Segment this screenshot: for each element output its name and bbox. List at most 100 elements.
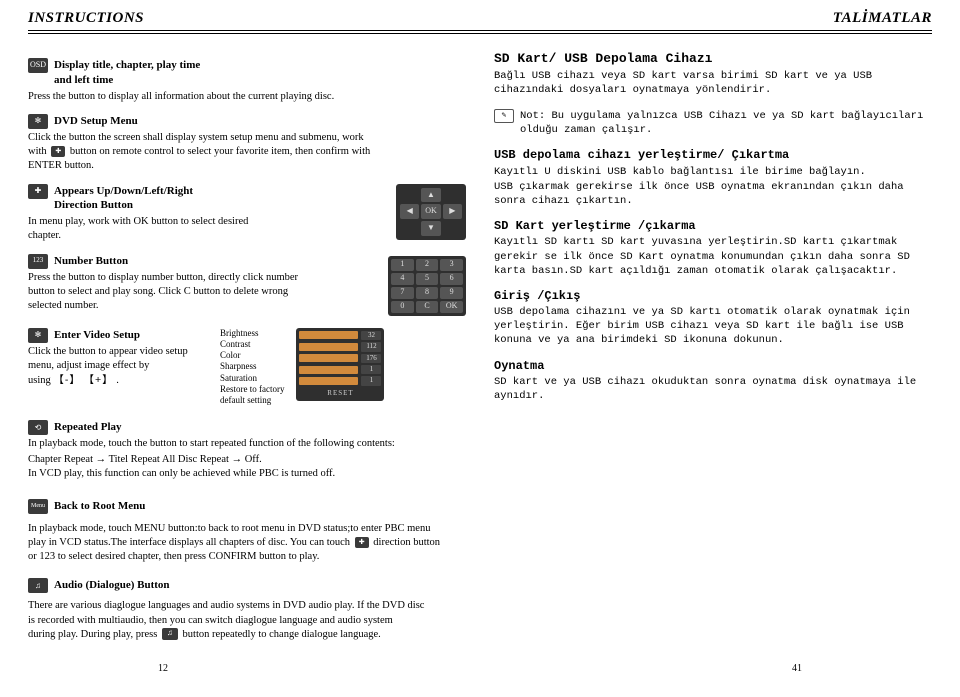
arrow-icon: → [96,453,107,465]
dir-body: In menu play, work with OK button to sel… [28,215,268,243]
direction-icon: ✚ [28,184,48,199]
audio-title: Audio (Dialogue) Button [54,578,170,593]
audio-l1: There are various diaglogue languages an… [28,600,424,611]
video-body-2b: . [116,375,119,386]
osd-title-1: Display title, chapter, play time [54,58,200,73]
lbl-restore-2: default setting [220,395,284,406]
video-panel: 32 112 176 1 1 RESET [296,328,384,402]
arrow-icon: → [232,453,243,465]
val-brightness: 32 [361,331,381,340]
numkey: 8 [416,287,439,299]
osd-icon: OSD [28,58,48,73]
audio-l3b: button repeatedly to change dialogue lan… [183,629,381,640]
audio-icon-inline: ♫ [162,628,178,640]
video-body-2a: using [28,375,51,386]
repeat-l2c: Off. [245,454,262,465]
page-left: 12 [158,662,168,676]
r-note: Not: Bu uygulama yalnızca USB Cihazı ve … [520,109,932,137]
rootmenu-l2a: play in VCD status.The interface display… [28,537,353,548]
direction-icon-inline [51,146,65,157]
gear-icon: ✻ [28,114,48,129]
audio-l2: is recorded with multiaudio, then you ca… [28,615,393,626]
r-h5: Oynatma [494,358,932,374]
dir-title-1: Appears Up/Down/Left/Right [54,184,193,199]
val-contrast: 112 [361,342,381,351]
r-p2a: Kayıtlı U diskini USB kablo bağlantısı i… [494,165,932,179]
lbl-brightness: Brightness [220,328,284,339]
video-title: Enter Video Setup [54,328,140,343]
bracket-plus: 【+】 [84,374,114,386]
setup-title: DVD Setup Menu [54,114,138,129]
header-right: TALİMATLAR [833,8,932,28]
r-h4: Giriş /Çıkış [494,288,932,304]
repeat-title: Repeated Play [54,420,122,435]
number-icon: 123 [28,254,48,269]
rootmenu-l3: or 123 to select desired chapter, then p… [28,551,319,562]
rootmenu-l1: In playback mode, touch MENU button:to b… [28,523,430,534]
header-left: INSTRUCTIONS [28,8,144,28]
note-icon: ✎ [494,109,514,123]
rootmenu-title: Back to Root Menu [54,499,145,514]
repeat-l3: In VCD play, this function can only be a… [28,468,335,479]
rule-1 [28,30,932,31]
menu-icon: Menu [28,499,48,514]
numkey: 7 [391,287,414,299]
rule-2 [28,33,932,34]
setup-body-1: Click the button the screen shall displa… [28,132,364,143]
r-h3: SD Kart yerleştirme /çıkarma [494,218,932,234]
audio-icon: ♫ [28,578,48,593]
repeat-l2b: Titel Repeat All Disc Repeat [109,454,232,465]
audio-l3a: during play. During play, press [28,629,160,640]
numkey: 1 [391,259,414,271]
direction-icon-inline [355,537,369,548]
number-pad: 123 456 789 0COK [388,256,466,316]
setup-body-3: ENTER button. [28,160,94,171]
reset-label: RESET [299,389,381,398]
lbl-color: Color [220,350,284,361]
r-p3: Kayıtlı SD kartı SD kart yuvasına yerleş… [494,235,932,278]
key-down: ▼ [421,221,440,236]
lbl-sharpness: Sharpness [220,361,284,372]
page-right: 41 [792,662,802,676]
numkey: 9 [440,287,463,299]
val-color: 176 [361,354,381,363]
video-setup-icon: ✻ [28,328,48,343]
key-up: ▲ [421,188,440,203]
lbl-contrast: Contrast [220,339,284,350]
key-right: ▶ [443,204,462,219]
num-body: Press the button to display number butto… [28,271,308,314]
num-title: Number Button [54,254,128,269]
r-h1: SD Kart/ USB Depolama Cihazı [494,50,932,68]
numkey: 6 [440,273,463,285]
numkey: 3 [440,259,463,271]
repeat-icon: ⟲ [28,420,48,435]
r-p2b: USB çıkarmak gerekirse ilk önce USB oyna… [494,180,932,208]
video-body-1: Click the button to appear video setup m… [28,346,188,371]
direction-pad: ▲ ◀OK▶ ▼ [396,184,466,240]
dir-title-2: Direction Button [54,198,193,213]
repeat-l2a: Chapter Repeat [28,454,96,465]
r-h2: USB depolama cihazı yerleştirme/ Çıkartm… [494,147,932,163]
key-left: ◀ [400,204,419,219]
osd-body: Press the button to display all informat… [28,90,466,104]
numkey: C [416,301,439,313]
setup-body-2a: with [28,146,49,157]
numkey: 5 [416,273,439,285]
numkey: OK [440,301,463,313]
numkey: 4 [391,273,414,285]
r-p1: Bağlı USB cihazı veya SD kart varsa biri… [494,69,932,97]
key-ok: OK [421,204,440,219]
val-saturation: 1 [361,376,381,385]
lbl-saturation: Saturation [220,373,284,384]
osd-title-2: and left time [54,73,200,88]
lbl-restore-1: Restore to factory [220,384,284,395]
repeat-l1: In playback mode, touch the button to st… [28,438,395,449]
r-p5: SD kart ve ya USB cihazı okuduktan sonra… [494,375,932,403]
numkey: 0 [391,301,414,313]
bracket-minus: 【-】 [53,374,81,386]
rootmenu-l2b: direction button [373,537,440,548]
numkey: 2 [416,259,439,271]
val-sharpness: 1 [361,365,381,374]
video-labels: Brightness Contrast Color Sharpness Satu… [220,328,284,407]
setup-body-2b: button on remote control to select your … [70,146,370,157]
